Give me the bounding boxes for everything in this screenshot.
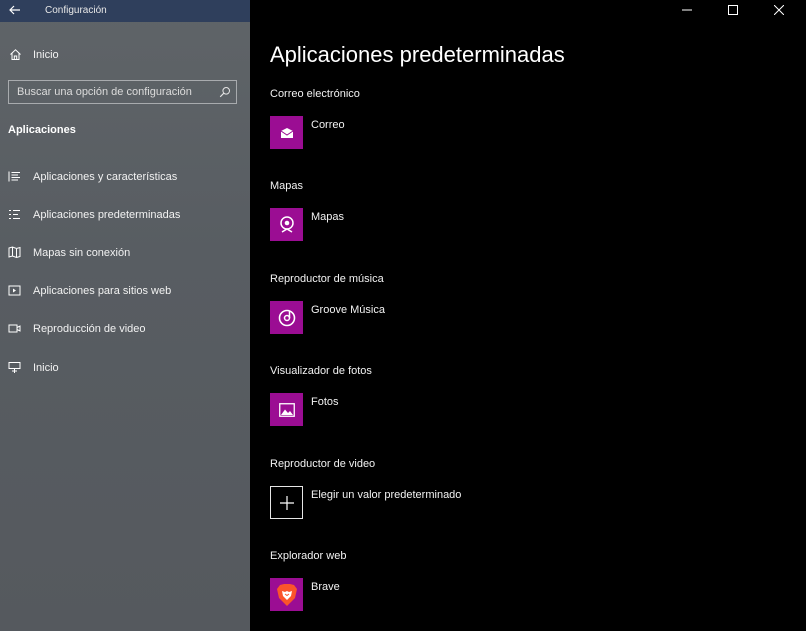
video-icon — [8, 324, 21, 333]
maximize-icon — [728, 5, 738, 15]
startup-icon — [8, 362, 21, 373]
search-input[interactable] — [9, 81, 209, 103]
brave-icon — [276, 583, 297, 606]
sidebar-home[interactable]: Inicio — [0, 44, 250, 66]
default-app-email[interactable]: Correo — [270, 116, 570, 150]
default-app-photos[interactable]: Fotos — [270, 393, 570, 427]
app-name: Brave — [311, 581, 340, 593]
app-name: Groove Música — [311, 304, 385, 316]
sidebar-item-label: Aplicaciones predeterminadas — [33, 209, 181, 221]
app-name: Correo — [311, 119, 345, 131]
default-apps-icon — [9, 209, 20, 220]
minimize-icon — [682, 9, 692, 11]
sidebar-item-label: Mapas sin conexión — [33, 247, 131, 259]
app-name: Elegir un valor predeterminado — [311, 489, 462, 501]
app-tile — [270, 301, 303, 334]
home-icon — [10, 49, 21, 60]
photos-icon — [278, 402, 295, 417]
sidebar-item-default-apps[interactable]: Aplicaciones predeterminadas — [0, 203, 250, 227]
app-name: Fotos — [311, 396, 339, 408]
default-app-browser[interactable]: Brave — [270, 578, 570, 612]
maximize-button[interactable] — [710, 0, 756, 22]
groove-icon — [278, 309, 295, 326]
page-title: Aplicaciones predeterminadas — [270, 42, 565, 67]
plus-icon — [279, 495, 294, 510]
app-tile — [270, 393, 303, 426]
sidebar-item-offline-maps[interactable]: Mapas sin conexión — [0, 241, 250, 265]
default-app-maps[interactable]: Mapas — [270, 208, 570, 242]
category-label-photos: Visualizador de fotos — [270, 365, 372, 377]
sidebar-item-apps-features[interactable]: Aplicaciones y características — [0, 165, 250, 189]
sidebar: Configuración Inicio Aplicaciones Aplica… — [0, 0, 250, 631]
list-icon — [8, 171, 20, 182]
sidebar-item-label: Reproducción de video — [33, 323, 146, 335]
category-label-video: Reproductor de video — [270, 458, 376, 470]
sidebar-item-video-playback[interactable]: Reproducción de video — [0, 317, 250, 341]
app-name: Mapas — [311, 211, 345, 223]
app-title: Configuración — [45, 5, 107, 16]
default-app-video[interactable]: Elegir un valor predeterminado — [270, 486, 570, 520]
minimize-button[interactable] — [664, 0, 710, 22]
close-icon — [774, 5, 784, 15]
main-content: Aplicaciones predeterminadas Correo elec… — [250, 0, 806, 631]
category-label-email: Correo electrónico — [270, 88, 360, 100]
map-icon — [8, 246, 21, 259]
title-bar: Configuración — [0, 0, 250, 22]
app-tile — [270, 208, 303, 241]
sidebar-home-label: Inicio — [33, 49, 59, 61]
section-title: Aplicaciones — [8, 124, 76, 136]
website-apps-icon — [8, 285, 21, 296]
sidebar-item-label: Aplicaciones y características — [33, 171, 178, 183]
category-label-browser: Explorador web — [270, 550, 347, 562]
search-icon[interactable] — [219, 86, 231, 98]
search-box[interactable] — [8, 80, 237, 104]
sidebar-item-website-apps[interactable]: Aplicaciones para sitios web — [0, 279, 250, 303]
app-tile — [270, 578, 303, 611]
default-app-music[interactable]: Groove Música — [270, 301, 570, 335]
category-label-maps: Mapas — [270, 180, 304, 192]
back-arrow-icon[interactable] — [8, 3, 22, 17]
app-tile — [270, 486, 303, 519]
category-label-music: Reproductor de música — [270, 273, 384, 285]
close-button[interactable] — [756, 0, 802, 22]
sidebar-item-startup[interactable]: Inicio — [0, 356, 250, 380]
sidebar-item-label: Inicio — [33, 362, 59, 374]
app-tile — [270, 116, 303, 149]
sidebar-item-label: Aplicaciones para sitios web — [33, 285, 172, 297]
mail-icon — [280, 127, 293, 138]
maps-app-icon — [279, 215, 294, 233]
